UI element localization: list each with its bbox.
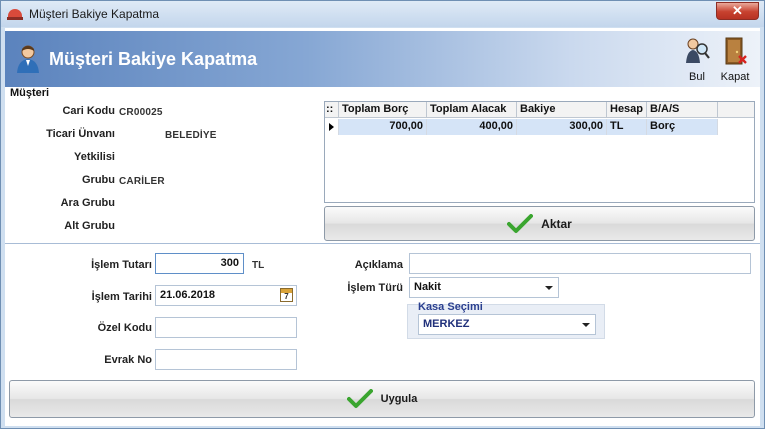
- evrak-no-input[interactable]: [155, 349, 297, 370]
- ticari-unvani-label: Ticari Ünvanı: [46, 128, 115, 140]
- islem-tutari-input[interactable]: 300: [155, 253, 244, 274]
- window-title: Müşteri Bakiye Kapatma: [29, 7, 160, 21]
- header-banner: Müşteri Bakiye Kapatma Bul Kapat: [5, 31, 760, 87]
- column-toplam-borc[interactable]: Toplam Borç: [339, 102, 427, 118]
- ara-grubu-label: Ara Grubu: [60, 197, 115, 209]
- cell-toplam-alacak[interactable]: 400,00: [427, 119, 517, 135]
- ticari-unvani-value: BELEDİYE: [165, 130, 217, 141]
- ozel-kodu-label: Özel Kodu: [97, 322, 152, 334]
- column-hesap[interactable]: Hesap: [607, 102, 647, 118]
- row-indicator-icon: [325, 119, 339, 135]
- kasa-secimi-label: Kasa Seçimi: [418, 301, 483, 313]
- grubu-label: Grubu: [82, 174, 115, 186]
- customer-group-title: Müşteri: [10, 87, 50, 99]
- exit-door-icon: [725, 37, 747, 65]
- find-button[interactable]: Bul: [679, 33, 715, 85]
- evrak-no-label: Evrak No: [104, 354, 152, 366]
- kasa-secimi-select[interactable]: MERKEZ: [418, 314, 596, 335]
- client-area: Müşteri Bakiye Kapatma Bul Kapat Müşteri…: [5, 28, 760, 426]
- cari-kodu-value: CR00025: [119, 107, 163, 118]
- islem-tarihi-label: İşlem Tarihi: [91, 291, 152, 303]
- chevron-down-icon: [582, 323, 590, 327]
- balance-grid[interactable]: :: Toplam Borç Toplam Alacak Bakiye Hesa…: [324, 101, 755, 203]
- customer-user-icon: [17, 45, 39, 73]
- currency-unit: TL: [252, 260, 265, 271]
- cell-bakiye[interactable]: 300,00: [517, 119, 607, 135]
- check-icon: [346, 389, 373, 408]
- aktar-label: Aktar: [541, 216, 572, 231]
- close-form-button[interactable]: Kapat: [717, 33, 753, 85]
- divider: [5, 243, 760, 244]
- alt-grubu-label: Alt Grubu: [64, 220, 115, 232]
- uygula-button[interactable]: Uygula: [9, 380, 755, 418]
- close-form-label: Kapat: [720, 71, 750, 83]
- column-toplam-alacak[interactable]: Toplam Alacak: [427, 102, 517, 118]
- search-user-icon: [686, 38, 710, 63]
- islem-turu-value: Nakit: [414, 281, 441, 293]
- aciklama-label: Açıklama: [354, 259, 403, 271]
- app-icon: [7, 6, 23, 22]
- page-title: Müşteri Bakiye Kapatma: [49, 49, 258, 69]
- aktar-button[interactable]: Aktar: [324, 206, 755, 241]
- kasa-secimi-value: MERKEZ: [423, 318, 470, 330]
- islem-turu-select[interactable]: Nakit: [409, 277, 559, 298]
- cell-toplam-borc[interactable]: 700,00: [339, 119, 427, 135]
- table-row[interactable]: 700,00 400,00 300,00 TL Borç: [325, 119, 754, 135]
- cell-bas[interactable]: Borç: [647, 119, 718, 135]
- title-bar[interactable]: Müşteri Bakiye Kapatma ✕: [1, 1, 764, 27]
- check-icon: [507, 213, 534, 233]
- islem-tutari-label: İşlem Tutarı: [91, 259, 152, 271]
- uygula-label: Uygula: [380, 393, 418, 405]
- grid-header: :: Toplam Borç Toplam Alacak Bakiye Hesa…: [325, 102, 754, 118]
- column-bakiye[interactable]: Bakiye: [517, 102, 607, 118]
- islem-tarihi-input[interactable]: 21.06.2018: [155, 285, 297, 306]
- grid-corner: ::: [325, 102, 339, 118]
- chevron-down-icon: [545, 286, 553, 290]
- cell-hesap[interactable]: TL: [607, 119, 647, 135]
- close-window-button[interactable]: ✕: [716, 2, 759, 20]
- islem-turu-label: İşlem Türü: [347, 282, 403, 294]
- window: Müşteri Bakiye Kapatma ✕ Müşteri Bakiye …: [0, 0, 765, 429]
- ozel-kodu-input[interactable]: [155, 317, 297, 338]
- grubu-value: CARİLER: [119, 176, 165, 187]
- cari-kodu-label: Cari Kodu: [62, 105, 115, 117]
- aciklama-input[interactable]: [409, 253, 751, 274]
- yetkilisi-label: Yetkilisi: [74, 151, 115, 163]
- find-label: Bul: [689, 71, 705, 83]
- column-bas[interactable]: B/A/S: [647, 102, 718, 118]
